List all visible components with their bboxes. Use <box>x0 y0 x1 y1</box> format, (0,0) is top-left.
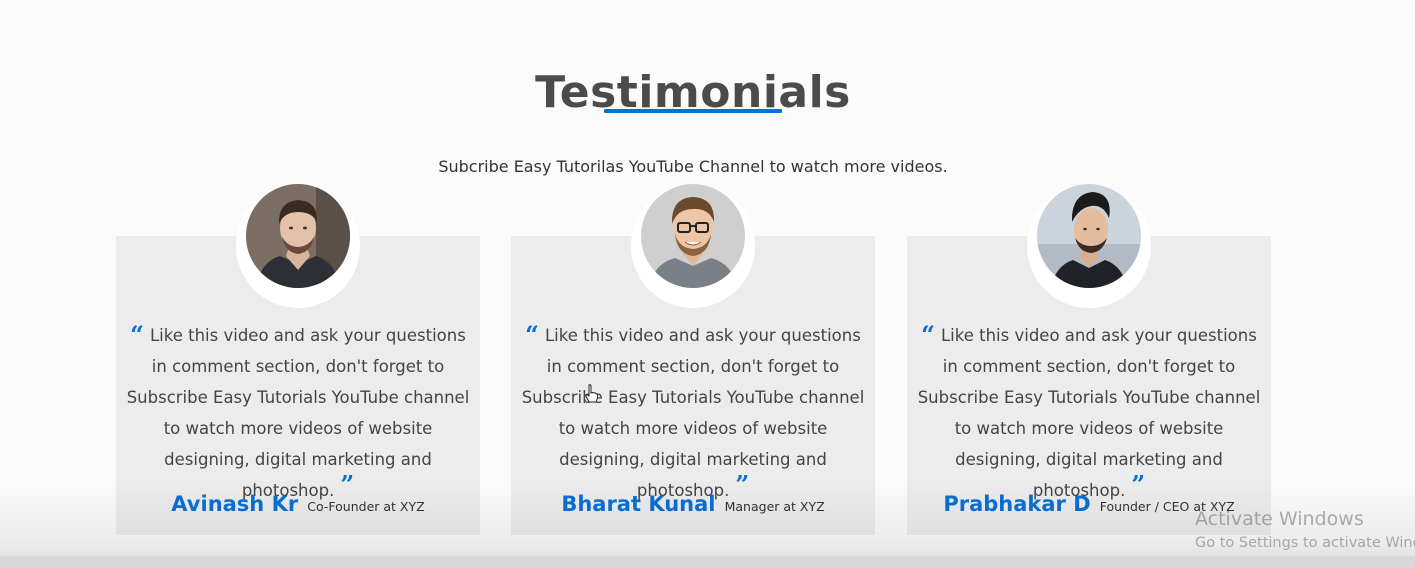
testimonial-card: “Like this video and ask your questions … <box>116 184 480 535</box>
watermark-subtitle: Go to Settings to activate Windows. <box>1195 535 1415 551</box>
author-name: Avinash Kr <box>171 492 299 516</box>
avatar <box>641 184 745 288</box>
avatar-frame <box>236 184 360 308</box>
activate-windows-watermark: Activate Windows Go to Settings to activ… <box>1195 507 1415 553</box>
bottom-bar <box>0 556 1415 568</box>
author-name: Bharat Kunal <box>561 492 716 516</box>
avatar-frame <box>631 184 755 308</box>
testimonial-author: Bharat Kunal Manager at XYZ <box>511 492 875 516</box>
author-role: Co-Founder at XYZ <box>307 499 425 514</box>
quote-text: Like this video and ask your questions i… <box>521 326 865 500</box>
hand-cursor-icon <box>585 384 599 403</box>
open-quote-icon: “ <box>921 320 935 349</box>
open-quote-icon: “ <box>525 320 539 349</box>
avatar <box>1037 184 1141 288</box>
open-quote-icon: “ <box>130 320 144 349</box>
quote-text: Like this video and ask your questions i… <box>917 326 1261 500</box>
testimonial-author: Avinash Kr Co-Founder at XYZ <box>116 492 480 516</box>
testimonial-card: “Like this video and ask your questions … <box>511 184 875 535</box>
avatar-frame <box>1027 184 1151 308</box>
testimonial-quote: “Like this video and ask your questions … <box>913 320 1265 506</box>
watermark-title: Activate Windows <box>1195 508 1364 530</box>
testimonial-quote: “Like this video and ask your questions … <box>517 320 869 506</box>
testimonial-card: “Like this video and ask your questions … <box>907 184 1271 535</box>
section-subtitle: Subcribe Easy Tutorilas YouTube Channel … <box>438 157 948 176</box>
title-underline <box>604 109 782 113</box>
author-role: Manager at XYZ <box>724 499 825 514</box>
author-name: Prabhakar D <box>943 492 1091 516</box>
testimonial-quote: “Like this video and ask your questions … <box>122 320 474 506</box>
quote-text: Like this video and ask your questions i… <box>126 326 470 500</box>
avatar <box>246 184 350 288</box>
